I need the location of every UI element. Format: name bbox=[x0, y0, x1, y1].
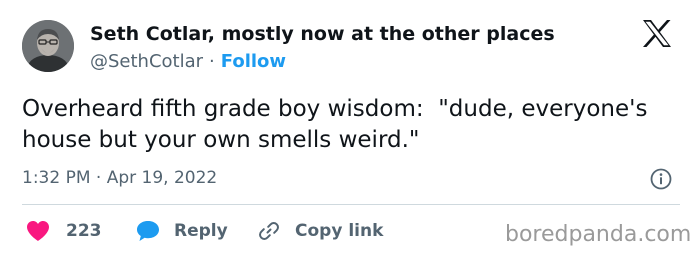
watermark: boredpanda.com bbox=[505, 222, 692, 247]
author-display-name[interactable]: Seth Cotlar, mostly now at the other pla… bbox=[90, 23, 555, 45]
copy-link-label: Copy link bbox=[295, 221, 384, 241]
like-count: 223 bbox=[66, 221, 102, 241]
info-icon[interactable] bbox=[650, 168, 672, 190]
copy-link-button[interactable]: Copy link bbox=[257, 218, 383, 244]
avatar[interactable] bbox=[22, 20, 74, 72]
separator-dot: · bbox=[209, 51, 215, 72]
link-icon bbox=[259, 222, 279, 240]
reply-button[interactable]: Reply bbox=[136, 218, 228, 244]
x-logo-icon[interactable] bbox=[642, 20, 672, 47]
author-handle-row: @SethCotlar · Follow bbox=[90, 51, 286, 72]
speech-bubble-icon bbox=[137, 221, 159, 241]
tweet-text: Overheard fifth grade boy wisdom: "dude,… bbox=[22, 96, 655, 153]
author-handle[interactable]: @SethCotlar bbox=[90, 51, 203, 72]
divider bbox=[22, 204, 680, 205]
follow-button[interactable]: Follow bbox=[221, 51, 286, 72]
heart-icon bbox=[27, 221, 49, 241]
like-button[interactable]: 223 bbox=[26, 218, 102, 244]
tweet-timestamp[interactable]: 1:32 PM · Apr 19, 2022 bbox=[22, 168, 217, 188]
reply-label: Reply bbox=[174, 221, 228, 241]
avatar-photo bbox=[22, 20, 74, 72]
